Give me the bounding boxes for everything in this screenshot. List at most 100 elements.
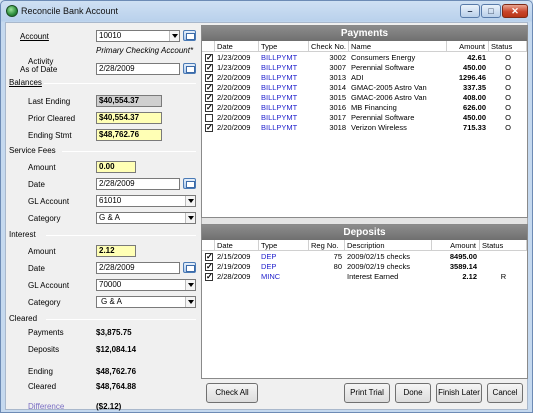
ending-total: $48,762.76 (96, 367, 137, 376)
payment-type-cell: BILLPYMT (261, 93, 298, 102)
payments-header-date[interactable]: Date (215, 41, 259, 52)
payment-amount-cell: 408.00 (463, 93, 486, 102)
payment-check_no-cell: 3016 (329, 103, 346, 112)
deposits-header-type[interactable]: Type (259, 240, 309, 251)
cleared-total: $48,764.88 (96, 382, 137, 391)
account-dropdown-icon[interactable] (169, 31, 179, 41)
payments-header-status[interactable]: Status (489, 41, 527, 52)
int-calendar-icon[interactable] (183, 262, 196, 273)
service-fees-header: Service Fees (9, 146, 56, 155)
interest-divider (46, 235, 196, 236)
deposits-header-amount[interactable]: Amount (432, 240, 480, 251)
sf-gl-dropdown-icon[interactable] (185, 196, 195, 206)
deposits-header-description[interactable]: Description (345, 240, 432, 251)
deposit-date-cell: 2/19/2009 (217, 262, 251, 271)
table-row[interactable]: ✓ 2/20/2009 BILLPYMT 3014 GMAC-2005 Astro Va… (202, 83, 527, 93)
deposit-description-cell: 2009/02/19 checks (347, 262, 410, 271)
payments-total: $3,875.75 (96, 328, 132, 337)
account-select[interactable]: 10010 (96, 30, 180, 42)
payments-header-checkno[interactable]: Check No. (309, 41, 349, 52)
int-category-dropdown-icon[interactable] (185, 297, 195, 307)
payment-date-cell: 2/20/2009 (217, 93, 251, 102)
row-checkbox[interactable] (205, 114, 213, 122)
payments-header-amount[interactable]: Amount (447, 41, 489, 52)
deposits-header-row: Date Type Reg No. Description Amount Sta… (202, 240, 527, 251)
payment-name-cell: Perennial Software (351, 113, 415, 122)
payment-status-cell: O (505, 93, 511, 102)
payments-header-type[interactable]: Type (259, 41, 309, 52)
table-row[interactable]: ✓ 2/20/2009 BILLPYMT 3016 MB Financing 626.00… (202, 103, 527, 113)
int-gl-dropdown-icon[interactable] (185, 280, 195, 290)
row-checkbox[interactable]: ✓ (205, 54, 213, 62)
sf-date-input[interactable]: 2/28/2009 (96, 178, 180, 190)
deposit-status-cell: R (500, 272, 507, 281)
row-checkbox[interactable]: ✓ (205, 74, 213, 82)
account-lookup-icon[interactable] (183, 30, 196, 41)
print-trial-button[interactable]: Print Trial (344, 383, 390, 403)
minimize-button[interactable]: – (460, 4, 480, 18)
row-checkbox[interactable]: ✓ (205, 94, 213, 102)
payment-name-cell: Verizon Wireless (351, 123, 407, 132)
deposit-reg_no-cell: 75 (333, 252, 342, 261)
prior-cleared-input[interactable]: $40,554.37 (96, 112, 162, 124)
table-row[interactable]: ✓ 1/23/2009 BILLPYMT 3007 Perennial Software… (202, 63, 527, 73)
calendar-icon[interactable] (183, 63, 196, 74)
int-amount-input[interactable]: 2.12 (96, 245, 136, 257)
sf-category-dropdown-icon[interactable] (185, 213, 195, 223)
interest-header: Interest (9, 230, 36, 239)
payments-title: Payments (202, 26, 527, 41)
row-checkbox[interactable]: ✓ (205, 253, 213, 261)
int-gl-value: 70000 (99, 280, 122, 289)
payment-type-cell: BILLPYMT (261, 83, 298, 92)
int-category-select[interactable]: G & A (96, 296, 196, 308)
as-of-date-input[interactable]: 2/28/2009 (96, 63, 180, 75)
payment-name-cell: Perennial Software (351, 63, 415, 72)
int-date-input[interactable]: 2/28/2009 (96, 262, 180, 274)
deposit-status-cell (480, 262, 527, 272)
deposits-header-status[interactable]: Status (480, 240, 527, 251)
maximize-button[interactable]: □ (481, 4, 501, 18)
table-row[interactable]: ✓ 2/20/2009 BILLPYMT 3018 Verizon Wireless 71… (202, 123, 527, 133)
payment-name-cell: ADI (351, 73, 364, 82)
row-checkbox[interactable]: ✓ (205, 124, 213, 132)
account-name: Primary Checking Account* (96, 46, 194, 55)
payments-header-name[interactable]: Name (349, 41, 447, 52)
table-row[interactable]: ✓ 2/20/2009 BILLPYMT 3013 ADI 1296.46 O (202, 73, 527, 83)
payment-check_no-cell: 3018 (329, 123, 346, 132)
payment-amount-cell: 337.35 (463, 83, 486, 92)
row-checkbox[interactable]: ✓ (205, 273, 213, 281)
table-row[interactable]: ✓ 2/19/2009 DEP 80 2009/02/19 checks 3589.14 (202, 262, 527, 272)
row-checkbox[interactable]: ✓ (205, 104, 213, 112)
table-row[interactable]: ✓ 2/28/2009 MINC Interest Earned 2.12 R (202, 272, 527, 282)
table-row[interactable]: ✓ 2/20/2009 BILLPYMT 3015 GMAC-2006 Astro Va… (202, 93, 527, 103)
finish-later-button[interactable]: Finish Later (436, 383, 482, 403)
difference-value: ($2.12) (96, 402, 122, 411)
int-gl-select[interactable]: 70000 (96, 279, 196, 291)
prior-cleared-label: Prior Cleared (28, 114, 76, 123)
deposit-status-cell (480, 252, 527, 262)
cleared-divider (46, 319, 196, 320)
sf-amount-label: Amount (28, 163, 56, 172)
deposits-header-regno[interactable]: Reg No. (309, 240, 345, 251)
sf-calendar-icon[interactable] (183, 178, 196, 189)
cancel-button[interactable]: Cancel (487, 383, 523, 403)
table-row[interactable]: 2/20/2009 BILLPYMT 3017 Perennial Software 4… (202, 113, 527, 123)
sf-amount-input[interactable]: 0.00 (96, 161, 136, 173)
sf-gl-select[interactable]: 61010 (96, 195, 196, 207)
payment-amount-cell: 1296.46 (458, 73, 486, 82)
sf-category-select[interactable]: G & A (96, 212, 196, 224)
deposits-header-date[interactable]: Date (215, 240, 259, 251)
ending-stmt-input[interactable]: $48,762.76 (96, 129, 162, 141)
row-checkbox[interactable]: ✓ (205, 84, 213, 92)
row-checkbox[interactable]: ✓ (205, 263, 213, 271)
close-button[interactable]: ✕ (502, 4, 528, 18)
check-all-button[interactable]: Check All (206, 383, 258, 403)
table-row[interactable]: ✓ 1/23/2009 BILLPYMT 3002 Consumers Energy 42… (202, 53, 527, 63)
title-bar: Reconcile Bank Account – □ ✕ (1, 1, 532, 22)
payment-status-cell: O (505, 103, 511, 112)
table-row[interactable]: ✓ 2/15/2009 DEP 75 2009/02/15 checks 8495.00 (202, 252, 527, 262)
row-checkbox[interactable]: ✓ (205, 64, 213, 72)
done-button[interactable]: Done (395, 383, 431, 403)
payment-type-cell: BILLPYMT (261, 73, 298, 82)
account-label: Account (20, 32, 49, 41)
